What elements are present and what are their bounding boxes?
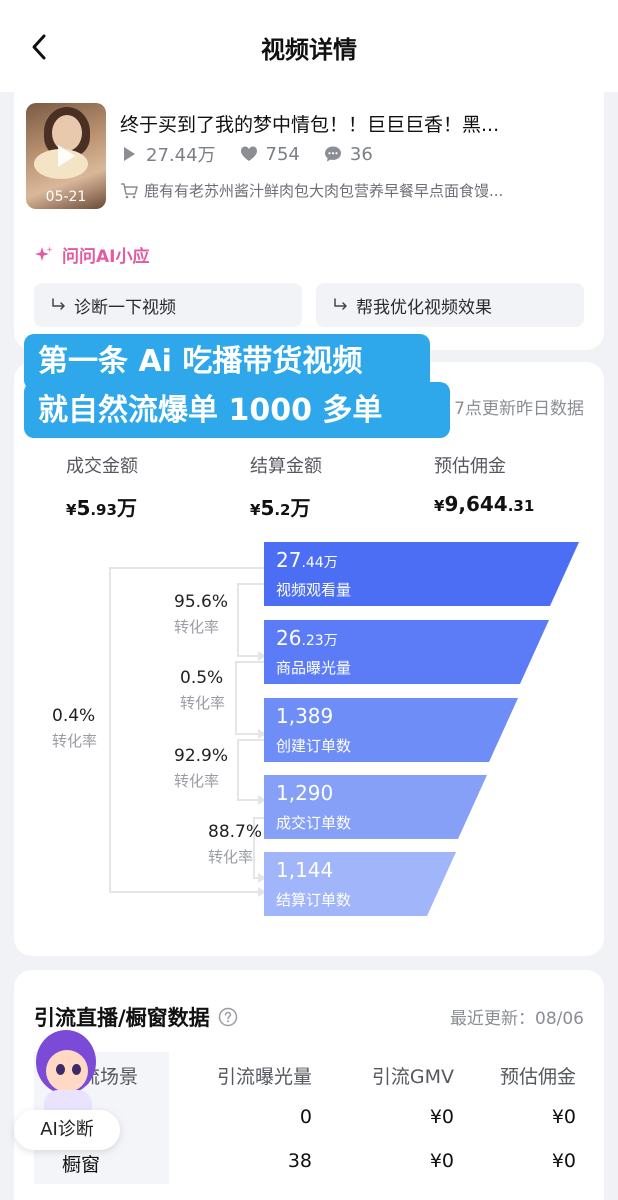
product-link[interactable]: 鹿有有老苏州酱汁鲜肉包大肉包营养早餐早点面食馒... bbox=[120, 180, 592, 201]
avatar-face bbox=[46, 1050, 88, 1092]
conversion-rate-1: 95.6% 转化率 bbox=[174, 592, 228, 637]
play-icon bbox=[58, 145, 75, 167]
rate-value: 88.7% bbox=[208, 822, 263, 842]
diagnose-video-chip[interactable]: 诊断一下视频 bbox=[34, 283, 302, 327]
comments-count: 36 bbox=[349, 143, 373, 165]
plays-count: 27.44万 bbox=[146, 145, 216, 166]
header-commission: 预估佣金 bbox=[499, 1066, 576, 1088]
diagnose-video-label: 诊断一下视频 bbox=[74, 297, 176, 318]
stage-label: 结算订单数 bbox=[276, 891, 352, 909]
stage-value-small: .23万 bbox=[301, 633, 338, 649]
conversion-funnel-card: 商 7点更新昨日数据 成交金额 ¥5.93万 结算金额 ¥5.2万 预估佣金 ¥… bbox=[14, 362, 604, 956]
stage-value-main: 1,389 bbox=[276, 704, 334, 728]
row-gmv: ¥0 bbox=[429, 1106, 454, 1128]
header-gmv: 引流GMV bbox=[371, 1066, 454, 1088]
reply-arrow-icon bbox=[52, 298, 65, 310]
video-date: 05-21 bbox=[45, 189, 87, 205]
funnel-stage-settled-orders: 1,144 结算订单数 bbox=[276, 858, 351, 910]
play-count-icon bbox=[124, 147, 135, 161]
stage-label: 创建订单数 bbox=[276, 737, 352, 755]
rate-label: 转化率 bbox=[174, 772, 220, 790]
header-exposure: 引流曝光量 bbox=[216, 1066, 312, 1088]
stage-value-small: .44万 bbox=[301, 555, 338, 571]
ai-diagnose-label: AI诊断 bbox=[14, 1110, 120, 1150]
stage-value-main: 1,144 bbox=[276, 858, 334, 882]
shopping-cart-icon bbox=[121, 182, 138, 198]
funnel-stage-created-orders: 1,389 创建订单数 bbox=[276, 704, 351, 756]
conversion-rate-2: 0.5% 转化率 bbox=[180, 668, 225, 713]
funnel-stage-views: 27.44万 视频观看量 bbox=[276, 548, 351, 600]
video-stats: 27.44万 754 36 bbox=[120, 142, 397, 166]
rate-label: 转化率 bbox=[174, 618, 220, 636]
reply-arrow-icon bbox=[334, 298, 347, 310]
comment-icon bbox=[324, 146, 341, 162]
optimize-video-label: 帮我优化视频效果 bbox=[356, 297, 492, 318]
product-name: 鹿有有老苏州酱汁鲜肉包大肉包营养早餐早点面食馒... bbox=[144, 182, 504, 200]
funnel-stage-exposure: 26.23万 商品曝光量 bbox=[276, 626, 351, 678]
avatar-eye-right bbox=[72, 1064, 81, 1075]
conversion-rate-3: 92.9% 转化率 bbox=[174, 746, 228, 791]
stage-label: 成交订单数 bbox=[276, 814, 352, 832]
ai-ask-label: 问问AI小应 bbox=[62, 247, 150, 267]
optimize-video-chip[interactable]: 帮我优化视频效果 bbox=[316, 283, 584, 327]
funnel-stage-deal-orders: 1,290 成交订单数 bbox=[276, 781, 351, 833]
overall-conversion-rate: 0.4% 转化率 bbox=[52, 706, 97, 751]
row-exposure: 0 bbox=[299, 1106, 312, 1128]
likes-count: 754 bbox=[265, 143, 300, 165]
rate-label: 转化率 bbox=[208, 848, 254, 866]
video-title[interactable]: 终于买到了我的梦中情包！！巨巨巨香！黑... bbox=[120, 110, 592, 137]
stage-label: 视频观看量 bbox=[276, 581, 352, 599]
rate-value: 0.4% bbox=[52, 706, 96, 726]
stage-value: 1,144 bbox=[276, 858, 351, 885]
row-commission: ¥0 bbox=[551, 1106, 576, 1128]
stage-value-main: 26 bbox=[276, 626, 302, 650]
stage-value: 26.23万 bbox=[276, 626, 351, 653]
page-title: 视频详情 bbox=[261, 36, 357, 64]
video-thumbnail[interactable]: 05-21 bbox=[26, 103, 106, 209]
heart-icon bbox=[240, 146, 257, 161]
traffic-update-time: 最近更新：08/06 bbox=[450, 1009, 584, 1029]
stage-value: 27.44万 bbox=[276, 548, 351, 575]
connector-1 bbox=[237, 583, 264, 657]
help-icon[interactable] bbox=[218, 1007, 238, 1027]
plays-stat: 27.44万 bbox=[120, 141, 216, 167]
top-bar: 视频详情 bbox=[0, 0, 618, 92]
likes-stat: 754 bbox=[240, 144, 300, 165]
stage-value-main: 27 bbox=[276, 548, 302, 572]
promo-line-2: 就自然流爆单 1000 多单 bbox=[24, 382, 450, 438]
connector-2 bbox=[235, 661, 264, 735]
avatar-eye-left bbox=[56, 1064, 65, 1075]
stage-label: 商品曝光量 bbox=[276, 659, 352, 677]
rate-label: 转化率 bbox=[180, 694, 226, 712]
stage-value: 1,389 bbox=[276, 704, 351, 731]
row-commission: ¥0 bbox=[551, 1150, 576, 1172]
stage-value: 1,290 bbox=[276, 781, 351, 808]
comments-stat: 36 bbox=[324, 144, 373, 165]
rate-label: 转化率 bbox=[52, 732, 98, 750]
rate-value: 92.9% bbox=[174, 746, 229, 766]
rate-value: 0.5% bbox=[180, 668, 224, 688]
connector-3 bbox=[237, 739, 264, 801]
ai-ask-link[interactable]: 问问AI小应 bbox=[34, 242, 149, 267]
row-exposure: 38 bbox=[287, 1150, 312, 1172]
sparkle-icon bbox=[35, 246, 53, 261]
stage-value-main: 1,290 bbox=[276, 781, 334, 805]
ai-diagnose-button[interactable]: AI诊断 bbox=[14, 1028, 124, 1158]
row-gmv: ¥0 bbox=[429, 1150, 454, 1172]
rate-value: 95.6% bbox=[174, 592, 229, 612]
conversion-rate-4: 88.7% 转化率 bbox=[208, 822, 262, 867]
video-summary-card: 05-21 终于买到了我的梦中情包！！巨巨巨香！黑... 27.44万 754 … bbox=[14, 88, 604, 350]
